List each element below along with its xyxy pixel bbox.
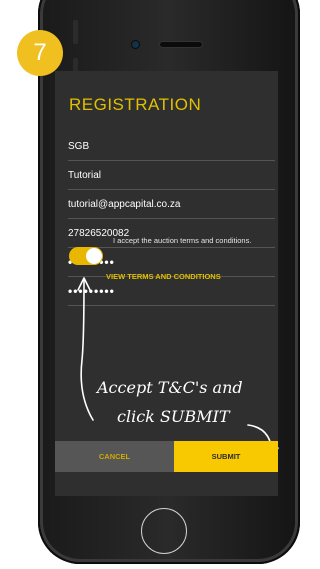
mute-switch	[73, 20, 78, 44]
view-terms-link[interactable]: VIEW TERMS AND CONDITIONS	[106, 272, 221, 281]
confirm-password-field[interactable]: •••••••••	[68, 284, 275, 306]
submit-button[interactable]: SUBMIT	[174, 441, 278, 472]
camera-icon	[132, 41, 139, 48]
app-screen: REGISTRATION SGB Tutorial tutorial@appca…	[55, 71, 278, 496]
toggle-knob	[86, 248, 102, 264]
annotation-line-1: Accept T&C's and	[97, 378, 243, 397]
last-name-field[interactable]: Tutorial	[68, 168, 275, 190]
speaker-grille	[160, 42, 202, 47]
email-field[interactable]: tutorial@appcapital.co.za	[68, 197, 275, 219]
terms-label: I accept the auction terms and condition…	[113, 236, 252, 245]
annotation-line-2: click SUBMIT	[117, 407, 230, 426]
first-name-field[interactable]: SGB	[68, 139, 275, 161]
terms-toggle[interactable]	[69, 247, 103, 265]
step-number-badge: 7	[17, 30, 63, 76]
page-title: REGISTRATION	[69, 95, 202, 114]
home-button[interactable]	[141, 508, 187, 554]
cancel-button[interactable]: CANCEL	[55, 441, 174, 472]
